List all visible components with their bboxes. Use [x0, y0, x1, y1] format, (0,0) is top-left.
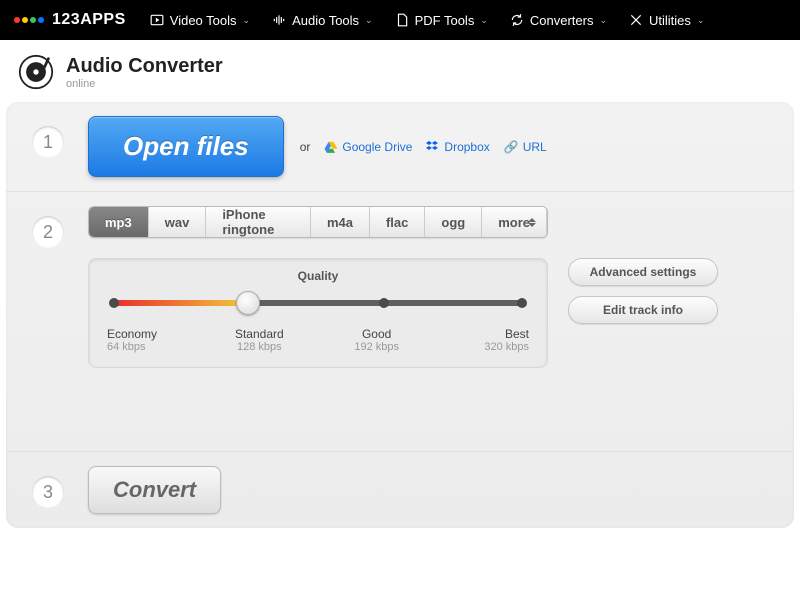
tab-flac[interactable]: flac — [370, 207, 425, 237]
source-google-drive[interactable]: Google Drive — [324, 140, 412, 154]
tab-ogg[interactable]: ogg — [425, 207, 482, 237]
open-files-button[interactable]: Open files — [88, 116, 284, 177]
chevron-down-icon: ⌄ — [365, 15, 373, 26]
quality-title: Quality — [107, 269, 529, 283]
edit-track-info-button[interactable]: Edit track info — [568, 296, 718, 324]
slider-knob[interactable] — [236, 291, 260, 315]
step-number-2: 2 — [32, 216, 64, 248]
brand-text: 123APPS — [52, 11, 126, 29]
side-buttons: Advanced settings Edit track info — [568, 258, 718, 368]
chevron-down-icon: ⌄ — [599, 15, 607, 26]
step-number-1: 1 — [32, 126, 64, 158]
page-subtitle: online — [66, 78, 223, 90]
nav-video-tools[interactable]: Video Tools⌄ — [150, 13, 250, 28]
chevron-down-icon: ⌄ — [480, 15, 488, 26]
nav-menu: Video Tools⌄ Audio Tools⌄ PDF Tools⌄ Con… — [150, 13, 705, 28]
step-2: 2 mp3 wav iPhone ringtone m4a flac ogg m… — [6, 192, 794, 452]
page-title: Audio Converter — [66, 55, 223, 78]
tab-m4a[interactable]: m4a — [311, 207, 370, 237]
main-panel: 1 Open files or Google Drive Dropbox 🔗 U… — [6, 102, 794, 528]
source-dropbox[interactable]: Dropbox — [426, 140, 489, 154]
brand-dots-icon — [14, 17, 46, 23]
chevron-down-icon: ⌄ — [243, 15, 251, 26]
tab-more[interactable]: more — [482, 207, 547, 237]
audio-icon — [272, 13, 286, 27]
play-icon — [150, 13, 164, 27]
chevron-down-icon: ⌄ — [697, 15, 705, 26]
quality-labels: Economy64 kbps Standard128 kbps Good192 … — [107, 327, 529, 353]
alt-sources: or Google Drive Dropbox 🔗 URL — [300, 140, 547, 154]
updown-icon — [528, 218, 536, 227]
nav-utilities[interactable]: Utilities⌄ — [629, 13, 704, 28]
advanced-settings-button[interactable]: Advanced settings — [568, 258, 718, 286]
convert-button[interactable]: Convert — [88, 466, 221, 514]
tab-wav[interactable]: wav — [149, 207, 207, 237]
app-header: Audio Converter online — [0, 40, 800, 98]
step-1: 1 Open files or Google Drive Dropbox 🔗 U… — [6, 102, 794, 192]
quality-panel: Quality Economy64 kbps Standard128 kbps … — [88, 258, 548, 368]
format-tabs: mp3 wav iPhone ringtone m4a flac ogg mor… — [88, 206, 548, 238]
source-url[interactable]: 🔗 URL — [504, 140, 547, 154]
nav-pdf-tools[interactable]: PDF Tools⌄ — [395, 13, 488, 28]
convert-icon — [510, 13, 524, 27]
disc-icon — [18, 54, 54, 90]
dropbox-icon — [426, 140, 440, 154]
tab-iphone-ringtone[interactable]: iPhone ringtone — [206, 207, 311, 237]
or-label: or — [300, 140, 311, 154]
tab-mp3[interactable]: mp3 — [89, 207, 149, 237]
quality-slider[interactable] — [113, 293, 523, 313]
top-navbar: 123APPS Video Tools⌄ Audio Tools⌄ PDF To… — [0, 0, 800, 40]
nav-converters[interactable]: Converters⌄ — [510, 13, 607, 28]
step-number-3: 3 — [32, 476, 64, 508]
util-icon — [629, 13, 643, 27]
step-3: 3 Convert — [6, 452, 794, 528]
nav-audio-tools[interactable]: Audio Tools⌄ — [272, 13, 373, 28]
brand-logo[interactable]: 123APPS — [14, 11, 126, 29]
doc-icon — [395, 13, 409, 27]
link-icon: 🔗 — [504, 140, 519, 154]
gdrive-icon — [324, 140, 338, 154]
